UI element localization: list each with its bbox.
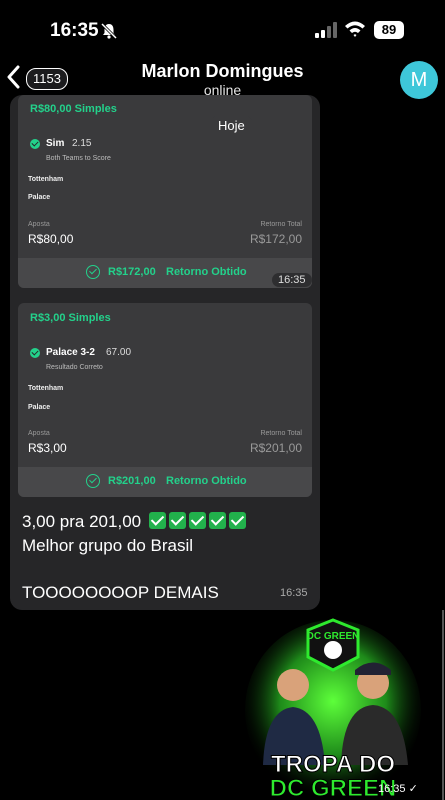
result-footer: R$172,00 Retorno Obtido xyxy=(18,258,312,288)
bet-market: Both Teams to Score xyxy=(46,155,111,162)
avatar[interactable]: M xyxy=(400,61,438,99)
message-time: 16:35 xyxy=(280,587,308,599)
bet-market: Resultado Correto xyxy=(46,364,103,371)
stake-amount: R$3,00 xyxy=(28,441,67,455)
check-mark-emoji-icon xyxy=(168,512,186,529)
result-amount: R$172,00 xyxy=(108,266,156,278)
bet-slip-2[interactable]: R$3,00 Simples Palace 3-2 67.00 Resultad… xyxy=(18,303,312,497)
team-home: Tottenham xyxy=(28,385,64,392)
wifi-icon xyxy=(345,21,365,37)
stake-label: Aposta xyxy=(28,430,50,437)
status-time: 16:35 xyxy=(50,20,99,41)
stake-label: Aposta xyxy=(28,221,50,228)
day-separator: Hoje xyxy=(210,115,253,136)
sticker-time: 16:35 ✓ xyxy=(378,783,418,795)
bell-muted-icon xyxy=(100,22,118,40)
bet-pick: Palace 3-2 xyxy=(46,347,95,358)
stake-amount: R$80,00 xyxy=(28,232,74,246)
battery-indicator: 89 xyxy=(374,21,404,39)
message-text: 3,00 pra 201,00 xyxy=(22,512,142,531)
bet-odds: 2.15 xyxy=(72,138,92,149)
team-away: Palace xyxy=(28,194,51,201)
check-mark-emoji-icon xyxy=(148,512,166,529)
check-mark-emoji-icon xyxy=(208,512,226,529)
message-bubble[interactable]: R$80,00 Simples Sim 2.15 Both Teams to S… xyxy=(10,95,320,610)
cellular-signal-icon xyxy=(315,22,337,38)
message-text-line: 3,00 pra 201,00 xyxy=(22,512,246,532)
check-circle-icon xyxy=(86,265,100,279)
result-label: Retorno Obtido xyxy=(166,475,247,487)
result-amount: R$201,00 xyxy=(108,475,156,487)
check-icon xyxy=(30,348,40,358)
return-label: Retorno Total xyxy=(260,221,302,228)
team-home: Tottenham xyxy=(28,176,64,183)
return-amount: R$201,00 xyxy=(249,441,302,455)
result-label: Retorno Obtido xyxy=(166,266,247,278)
status-bar: 16:35 89 xyxy=(0,0,445,60)
return-amount: R$172,00 xyxy=(249,232,302,246)
scrollbar[interactable] xyxy=(442,610,444,800)
sticker-image[interactable]: DC GREEN TROPA DO DC GREEN xyxy=(243,615,423,800)
message-time: 16:35 xyxy=(272,273,312,287)
bet-odds: 67.00 xyxy=(106,347,132,358)
message-text: Melhor grupo do Brasil xyxy=(22,536,194,555)
check-mark-emoji-icon xyxy=(228,512,246,529)
check-circle-icon xyxy=(86,474,100,488)
team-away: Palace xyxy=(28,404,51,411)
sticker-badge-text: DC GREEN xyxy=(307,631,360,642)
check-icon xyxy=(30,139,40,149)
message-text: TOOOOOOOOP DEMAIS xyxy=(22,583,219,602)
result-footer: R$201,00 Retorno Obtido xyxy=(18,467,312,497)
check-mark-emoji-icon xyxy=(188,512,206,529)
sticker-title: TROPA DO xyxy=(271,751,395,778)
contact-name[interactable]: Marlon Domingues xyxy=(0,61,445,82)
bet-title: R$80,00 Simples xyxy=(30,103,117,115)
bet-pick: Sim xyxy=(46,138,65,149)
return-label: Retorno Total xyxy=(260,430,302,437)
bet-title: R$3,00 Simples xyxy=(30,312,111,324)
bet-slip-1[interactable]: R$80,00 Simples Sim 2.15 Both Teams to S… xyxy=(18,95,312,288)
